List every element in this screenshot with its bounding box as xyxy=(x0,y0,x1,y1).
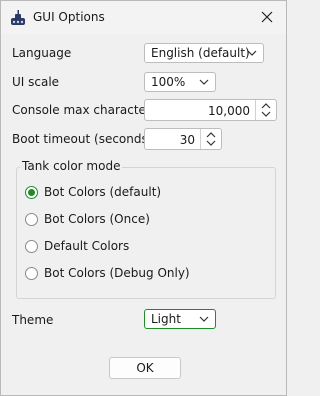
tank-icon xyxy=(11,10,25,25)
theme-value: Light xyxy=(151,312,181,326)
language-label: Language xyxy=(12,46,72,60)
gui-options-window: GUI Options Language English (default) U… xyxy=(0,0,287,396)
title-bar[interactable]: GUI Options xyxy=(1,1,286,34)
close-icon xyxy=(261,11,273,23)
close-button[interactable] xyxy=(254,6,280,28)
language-value: English (default) xyxy=(151,46,250,60)
chevron-down-icon xyxy=(199,316,209,322)
console-max-spinbox[interactable]: 10,000 xyxy=(144,99,277,121)
ui-scale-dropdown[interactable]: 100% xyxy=(144,72,216,92)
boot-timeout-spinbox[interactable]: 30 xyxy=(144,128,222,150)
radio-bot-colors-default[interactable]: Bot Colors (default) xyxy=(25,183,161,201)
console-max-stepper[interactable] xyxy=(255,100,276,120)
chevron-down-icon xyxy=(247,50,257,56)
radio-default-colors[interactable]: Default Colors xyxy=(25,237,129,255)
boot-timeout-value[interactable]: 30 xyxy=(180,133,195,147)
console-max-label: Console max characters xyxy=(12,103,158,117)
ui-scale-label: UI scale xyxy=(12,75,60,89)
radio-label: Bot Colors (Once) xyxy=(44,212,150,226)
ok-button[interactable]: OK xyxy=(109,357,181,379)
theme-dropdown[interactable]: Light xyxy=(144,309,216,329)
boot-timeout-label: Boot timeout (seconds) xyxy=(12,132,153,146)
radio-button-checked[interactable] xyxy=(25,185,38,199)
radio-label: Default Colors xyxy=(44,239,130,253)
tank-color-mode-title: Tank color mode xyxy=(20,159,123,173)
console-max-value[interactable]: 10,000 xyxy=(208,104,250,118)
up-down-arrows-icon xyxy=(206,132,216,146)
radio-button[interactable] xyxy=(25,266,38,280)
radio-label: Bot Colors (default) xyxy=(44,185,162,199)
window-title: GUI Options xyxy=(33,10,105,24)
radio-button[interactable] xyxy=(25,239,38,253)
radio-button[interactable] xyxy=(25,212,38,226)
radio-bot-colors-once[interactable]: Bot Colors (Once) xyxy=(25,210,150,228)
radio-label: Bot Colors (Debug Only) xyxy=(44,266,190,280)
chevron-down-icon xyxy=(199,79,209,85)
boot-timeout-stepper[interactable] xyxy=(200,129,221,149)
ui-scale-value: 100% xyxy=(151,75,186,89)
theme-label: Theme xyxy=(12,313,54,327)
language-dropdown[interactable]: English (default) xyxy=(144,43,264,63)
up-down-arrows-icon xyxy=(261,103,271,117)
radio-bot-colors-debug[interactable]: Bot Colors (Debug Only) xyxy=(25,264,190,282)
